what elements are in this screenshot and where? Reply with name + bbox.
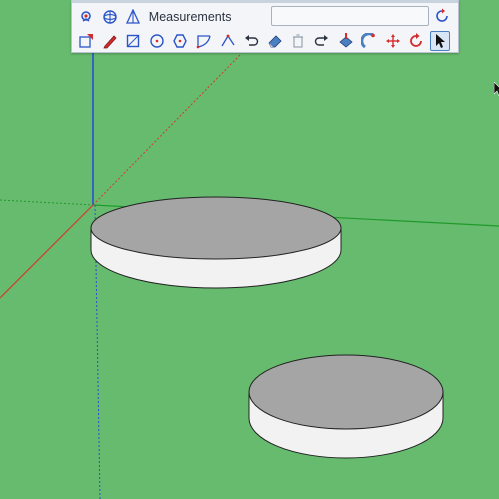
select-arrow-icon (435, 34, 445, 48)
undo-icon (245, 35, 259, 46)
eraser-icon (268, 35, 282, 48)
rectangle-icon (126, 34, 140, 48)
circle-button[interactable] (147, 31, 167, 51)
tool-palette: Measurements (71, 0, 459, 53)
follow-me-icon (361, 33, 375, 49)
measurements-input[interactable] (271, 6, 429, 26)
red-axis-dashed (92, 54, 241, 206)
orbit-button[interactable] (100, 7, 120, 27)
small-disc-top (248, 354, 444, 430)
paint-bucket-icon (338, 33, 353, 48)
section-plane-icon (126, 9, 141, 24)
polygon-button[interactable] (170, 31, 190, 51)
trash-icon (293, 34, 304, 48)
circle-icon (150, 34, 164, 48)
select-box-icon (79, 34, 93, 48)
measurements-label: Measurements (148, 10, 232, 24)
freehand-button[interactable] (218, 31, 238, 51)
section-plane-button[interactable] (123, 7, 143, 27)
position-camera-button[interactable] (76, 7, 96, 27)
freehand-icon (221, 34, 235, 47)
delete-button[interactable] (288, 31, 308, 51)
toolbar-row-1: Measurements (76, 7, 231, 27)
rotate-button[interactable] (406, 31, 426, 51)
toolbar-row-2 (76, 30, 454, 52)
mouse-cursor-icon (494, 82, 499, 96)
toolbar-top-strip (72, 0, 458, 3)
select-box-button[interactable] (76, 31, 96, 51)
rectangle-button[interactable] (123, 31, 143, 51)
undo-button[interactable] (241, 31, 261, 51)
arc-button[interactable] (194, 31, 214, 51)
move-button[interactable] (383, 31, 403, 51)
pencil-icon (102, 35, 117, 49)
small-disc[interactable] (248, 354, 444, 459)
polygon-icon (173, 34, 188, 48)
eraser-button[interactable] (265, 31, 285, 51)
large-disc-top (90, 196, 342, 260)
paint-bucket-button[interactable] (336, 31, 356, 51)
pencil-button[interactable] (100, 31, 120, 51)
move-icon (385, 34, 400, 48)
rotate-icon (410, 33, 423, 47)
large-disc[interactable] (90, 196, 342, 289)
measurements-settings-button[interactable] (432, 6, 452, 26)
select-button[interactable] (429, 31, 450, 51)
arc-icon (196, 35, 211, 49)
position-camera-icon (81, 11, 91, 22)
scene-canvas[interactable] (0, 0, 499, 499)
redo-button[interactable] (312, 31, 332, 51)
red-axis-line (0, 204, 94, 299)
follow-me-button[interactable] (359, 31, 379, 51)
redo-icon (314, 35, 328, 46)
orbit-icon (102, 10, 117, 24)
refresh-settings-icon (436, 8, 448, 22)
model-viewport[interactable] (0, 0, 499, 499)
green-axis-dashed (0, 199, 94, 206)
